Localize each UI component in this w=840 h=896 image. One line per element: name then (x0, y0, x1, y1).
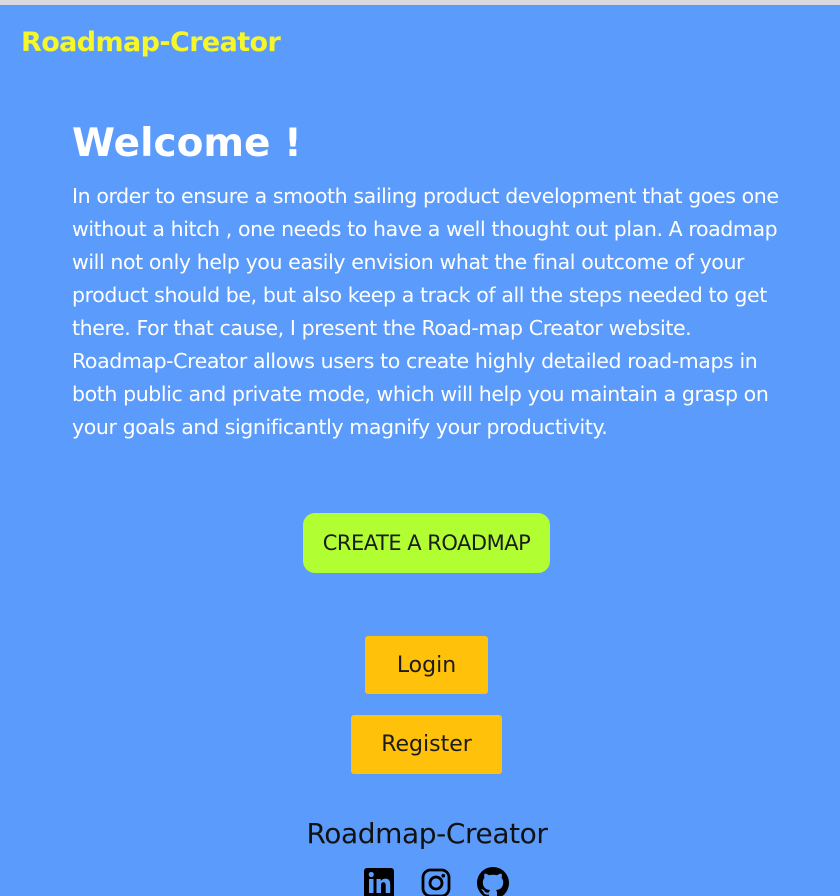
intro-paragraph: In order to ensure a smooth sailing prod… (72, 184, 779, 439)
instagram-icon[interactable] (420, 867, 452, 896)
page-title: Welcome ! (72, 121, 302, 166)
page: Roadmap-Creator Welcome ! In order to en… (0, 5, 840, 896)
footer-brand: Roadmap-Creator (306, 817, 548, 850)
brand-logo[interactable]: Roadmap-Creator (21, 27, 281, 58)
linkedin-icon[interactable] (363, 867, 395, 896)
github-icon[interactable] (477, 867, 509, 896)
login-button[interactable]: Login (365, 636, 488, 694)
register-button[interactable]: Register (351, 715, 502, 774)
create-roadmap-button[interactable]: CREATE A ROADMAP (303, 513, 550, 573)
